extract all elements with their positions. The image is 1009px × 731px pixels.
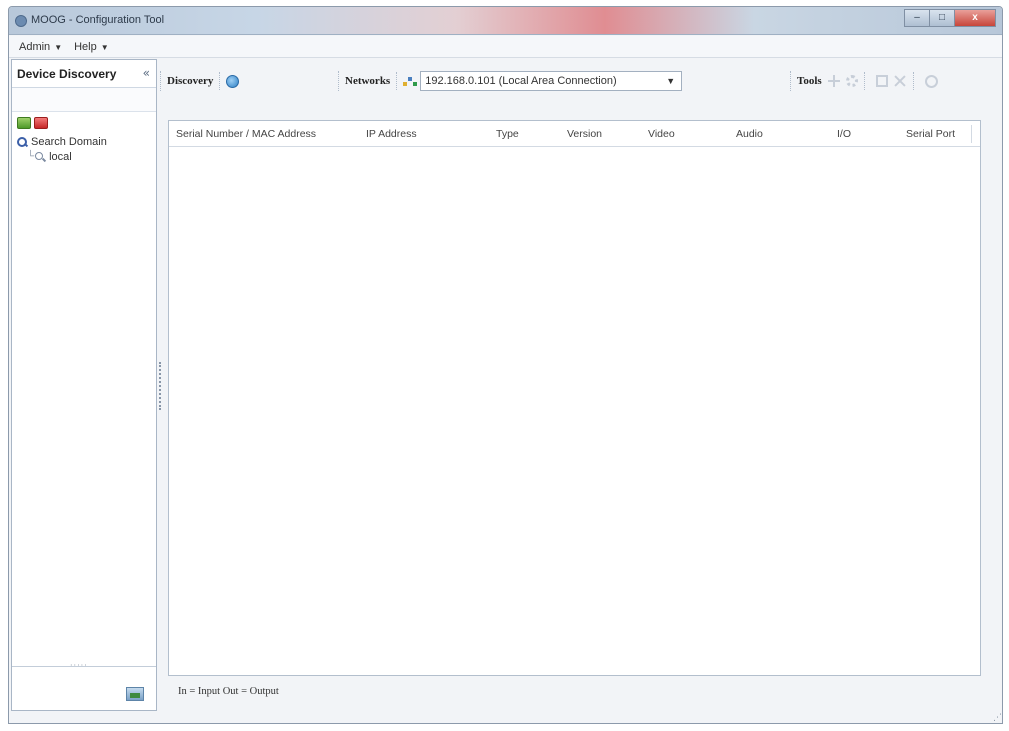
window-controls: – □ x [904, 9, 996, 27]
table-header: Serial Number / MAC Address IP Address T… [169, 121, 980, 147]
tree-item-local[interactable]: └ local [17, 149, 156, 164]
window-resize-grip[interactable]: ⋰ [993, 713, 1002, 723]
column-header-type[interactable]: Type [496, 128, 519, 140]
chevron-down-icon: ▼ [666, 76, 676, 86]
tree-item-label: local [49, 150, 72, 163]
add-domain-icon[interactable] [17, 117, 31, 129]
separator [396, 72, 398, 90]
menu-bar: Admin ▼ Help ▼ [9, 36, 1002, 58]
legend-text: In = Input Out = Output [178, 686, 279, 697]
column-header-version[interactable]: Version [567, 128, 602, 140]
tools-icon[interactable] [893, 74, 907, 88]
column-header-video[interactable]: Video [648, 128, 675, 140]
column-header-ip[interactable]: IP Address [366, 128, 417, 140]
maximize-button[interactable]: □ [929, 9, 955, 27]
column-header-audio[interactable]: Audio [736, 128, 763, 140]
tools-group: Tools [790, 71, 938, 91]
chevron-down-icon: ▼ [100, 42, 109, 52]
collapse-panel-icon[interactable]: « [143, 66, 150, 80]
menu-help-label: Help [74, 40, 97, 53]
device-discovery-panel: Device Discovery « Search Domain └ local… [11, 59, 157, 711]
column-divider [971, 125, 972, 143]
title-bar[interactable]: MOOG - Configuration Tool – □ x [9, 7, 1002, 35]
networks-label: Networks [338, 71, 390, 91]
panel-band [12, 88, 156, 112]
panel-footer: ····· [12, 661, 156, 710]
separator [219, 72, 221, 90]
app-icon [15, 15, 27, 27]
main-toolbar: Discovery Networks 192.168.0.101 (Local … [160, 66, 980, 96]
gear-icon[interactable] [845, 75, 858, 87]
discovery-group: Discovery [160, 71, 240, 91]
window-title: MOOG - Configuration Tool [31, 14, 165, 26]
separator [863, 72, 865, 90]
menu-help[interactable]: Help ▼ [74, 41, 109, 53]
tree-item-search-domain[interactable]: Search Domain [17, 134, 156, 149]
domain-toolbar [12, 112, 156, 134]
configure-icon[interactable] [875, 75, 888, 87]
add-device-icon[interactable] [827, 74, 841, 88]
panel-splitter[interactable] [159, 362, 161, 410]
menu-admin-label: Admin [19, 40, 51, 53]
tools-label: Tools [790, 71, 822, 91]
panel-title: Device Discovery [17, 67, 117, 81]
domain-tree: Search Domain └ local [12, 134, 156, 164]
panel-header: Device Discovery « [12, 60, 156, 88]
device-table: Serial Number / MAC Address IP Address T… [168, 120, 981, 676]
search-icon [17, 136, 27, 147]
close-button[interactable]: x [954, 9, 996, 27]
networks-group: Networks 192.168.0.101 (Local Area Conne… [338, 71, 683, 91]
column-header-serial-port[interactable]: Serial Port [906, 128, 955, 140]
discovery-label: Discovery [160, 71, 213, 91]
remove-domain-icon[interactable] [34, 117, 48, 129]
menu-admin[interactable]: Admin ▼ [19, 41, 62, 53]
network-select[interactable]: 192.168.0.101 (Local Area Connection) ▼ [420, 71, 683, 91]
refresh-icon[interactable] [226, 74, 240, 88]
minimize-button[interactable]: – [904, 9, 930, 27]
tree-item-label: Search Domain [31, 135, 107, 148]
separator [912, 72, 914, 90]
search-icon [35, 151, 45, 162]
network-map-icon[interactable] [126, 687, 144, 701]
network-icon [403, 74, 418, 88]
tree-connector: └ [27, 151, 35, 162]
column-header-serial[interactable]: Serial Number / MAC Address [176, 128, 316, 140]
resize-handle[interactable]: ····· [70, 661, 88, 670]
column-header-io[interactable]: I/O [837, 128, 851, 140]
info-icon[interactable] [924, 74, 938, 88]
chevron-down-icon: ▼ [54, 42, 63, 52]
network-select-value: 192.168.0.101 (Local Area Connection) [425, 75, 617, 87]
